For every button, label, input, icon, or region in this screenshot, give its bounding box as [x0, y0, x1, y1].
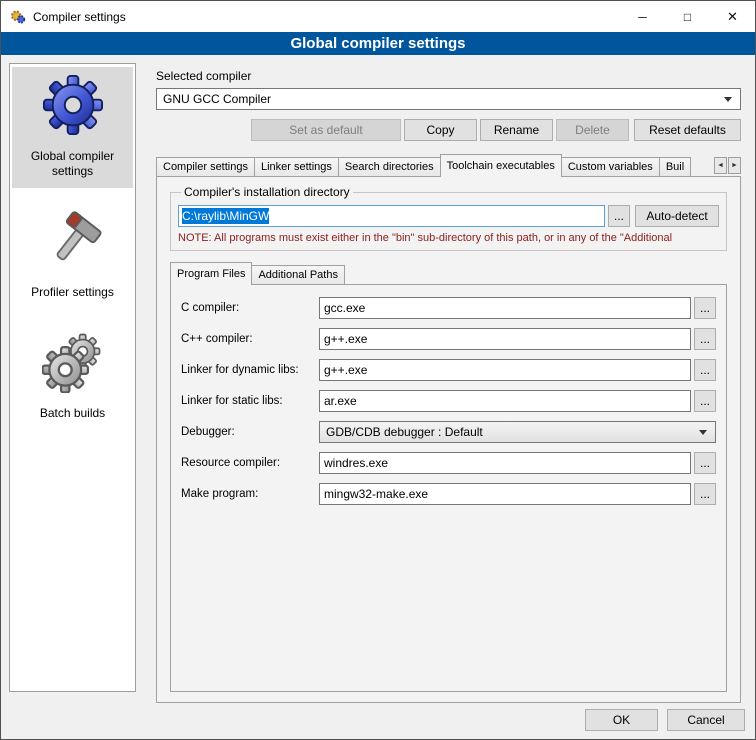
field-label: C++ compiler:: [181, 333, 319, 345]
tab-compiler-settings[interactable]: Compiler settings: [156, 157, 255, 177]
form-row-linker-static: Linker for static libs: ...: [181, 390, 716, 412]
sidebar: Global compiler settings Profiler settin…: [9, 63, 136, 692]
reset-defaults-button[interactable]: Reset defaults: [634, 119, 741, 141]
chevron-down-icon: [724, 97, 732, 102]
linker-static-browse-button[interactable]: ...: [694, 390, 716, 412]
delete-button[interactable]: Delete: [556, 119, 629, 141]
form-row-cpp-compiler: C++ compiler: ...: [181, 328, 716, 350]
installation-directory-legend: Compiler's installation directory: [181, 185, 353, 199]
maximize-button[interactable]: □: [665, 2, 710, 32]
field-label: Linker for dynamic libs:: [181, 364, 319, 376]
settings-tab-strip: Compiler settings Linker settings Search…: [156, 154, 741, 177]
field-label: Debugger:: [181, 426, 319, 438]
tab-scroll-right-icon[interactable]: ►: [728, 157, 741, 174]
form-row-c-compiler: C compiler: ...: [181, 297, 716, 319]
tab-additional-paths[interactable]: Additional Paths: [251, 265, 345, 285]
tab-scroll-controls: ◄ ►: [714, 157, 741, 174]
selected-compiler-combobox[interactable]: GNU GCC Compiler: [156, 88, 741, 110]
main-panel: Selected compiler GNU GCC Compiler Set a…: [146, 63, 749, 703]
resource-compiler-browse-button[interactable]: ...: [694, 452, 716, 474]
tab-build-options-truncated[interactable]: Buil: [659, 157, 691, 177]
installation-directory-group: Compiler's installation directory C:\ray…: [170, 185, 727, 251]
selected-compiler-label: Selected compiler: [156, 69, 741, 83]
form-row-linker-dynamic: Linker for dynamic libs: ...: [181, 359, 716, 381]
rename-button[interactable]: Rename: [480, 119, 553, 141]
sidebar-item-label: Profiler settings: [31, 285, 114, 300]
note-text: NOTE: All programs must exist either in …: [178, 232, 719, 244]
cpp-compiler-browse-button[interactable]: ...: [694, 328, 716, 350]
cancel-button[interactable]: Cancel: [667, 709, 745, 731]
c-compiler-browse-button[interactable]: ...: [694, 297, 716, 319]
installation-directory-row: C:\raylib\MinGW ... Auto-detect: [178, 205, 719, 227]
blue-gear-icon: [42, 74, 104, 136]
gray-gears-icon: [42, 331, 104, 393]
compiler-actions-row: Set as default Copy Rename Delete Reset …: [156, 119, 741, 141]
dialog-header-title: Global compiler settings: [1, 32, 755, 55]
linker-dynamic-input[interactable]: [319, 359, 691, 381]
linker-dynamic-browse-button[interactable]: ...: [694, 359, 716, 381]
resource-compiler-input[interactable]: [319, 452, 691, 474]
sidebar-item-label: Batch builds: [40, 406, 105, 421]
debugger-combobox[interactable]: GDB/CDB debugger : Default: [319, 421, 716, 443]
c-compiler-input[interactable]: [319, 297, 691, 319]
tab-scroll-left-icon[interactable]: ◄: [714, 157, 727, 174]
auto-detect-button[interactable]: Auto-detect: [635, 205, 719, 227]
minimize-button[interactable]: ─: [620, 2, 665, 32]
profiler-tool-icon: [42, 210, 104, 272]
window-title: Compiler settings: [33, 10, 620, 24]
ok-button[interactable]: OK: [585, 709, 658, 731]
tab-search-directories[interactable]: Search directories: [338, 157, 441, 177]
installation-directory-selected-text: C:\raylib\MinGW: [182, 208, 269, 224]
tab-program-files[interactable]: Program Files: [170, 262, 252, 285]
set-as-default-button[interactable]: Set as default: [251, 119, 401, 141]
program-files-panel: C compiler: ... C++ compiler: ... Linker…: [170, 284, 727, 692]
sidebar-item-global-compiler-settings[interactable]: Global compiler settings: [12, 67, 133, 188]
copy-button[interactable]: Copy: [404, 119, 477, 141]
close-button[interactable]: ✕: [710, 2, 755, 32]
installation-directory-input[interactable]: C:\raylib\MinGW: [178, 205, 605, 227]
tab-custom-variables[interactable]: Custom variables: [561, 157, 660, 177]
app-icon: [10, 9, 26, 25]
make-program-input[interactable]: [319, 483, 691, 505]
sidebar-item-label: Global compiler settings: [14, 149, 131, 179]
dialog-footer: OK Cancel: [585, 709, 745, 731]
field-label: Linker for static libs:: [181, 395, 319, 407]
linker-static-input[interactable]: [319, 390, 691, 412]
field-label: C compiler:: [181, 302, 319, 314]
compiler-settings-window: Compiler settings ─ □ ✕ Global compiler …: [0, 0, 756, 740]
form-row-debugger: Debugger: GDB/CDB debugger : Default: [181, 421, 716, 443]
installation-directory-browse-button[interactable]: ...: [608, 205, 630, 227]
toolchain-executables-panel: Compiler's installation directory C:\ray…: [156, 176, 741, 703]
chevron-down-icon: [699, 430, 707, 435]
tab-linker-settings[interactable]: Linker settings: [254, 157, 339, 177]
sidebar-item-profiler-settings[interactable]: Profiler settings: [12, 203, 133, 309]
form-row-make-program: Make program: ...: [181, 483, 716, 505]
titlebar[interactable]: Compiler settings ─ □ ✕: [1, 1, 755, 32]
field-label: Resource compiler:: [181, 457, 319, 469]
debugger-value: GDB/CDB debugger : Default: [326, 425, 483, 439]
cpp-compiler-input[interactable]: [319, 328, 691, 350]
form-row-resource-compiler: Resource compiler: ...: [181, 452, 716, 474]
sidebar-item-batch-builds[interactable]: Batch builds: [12, 324, 133, 430]
field-label: Make program:: [181, 488, 319, 500]
selected-compiler-value: GNU GCC Compiler: [163, 92, 271, 106]
program-tab-strip: Program Files Additional Paths: [170, 262, 727, 285]
tab-toolchain-executables[interactable]: Toolchain executables: [440, 154, 562, 177]
make-program-browse-button[interactable]: ...: [694, 483, 716, 505]
